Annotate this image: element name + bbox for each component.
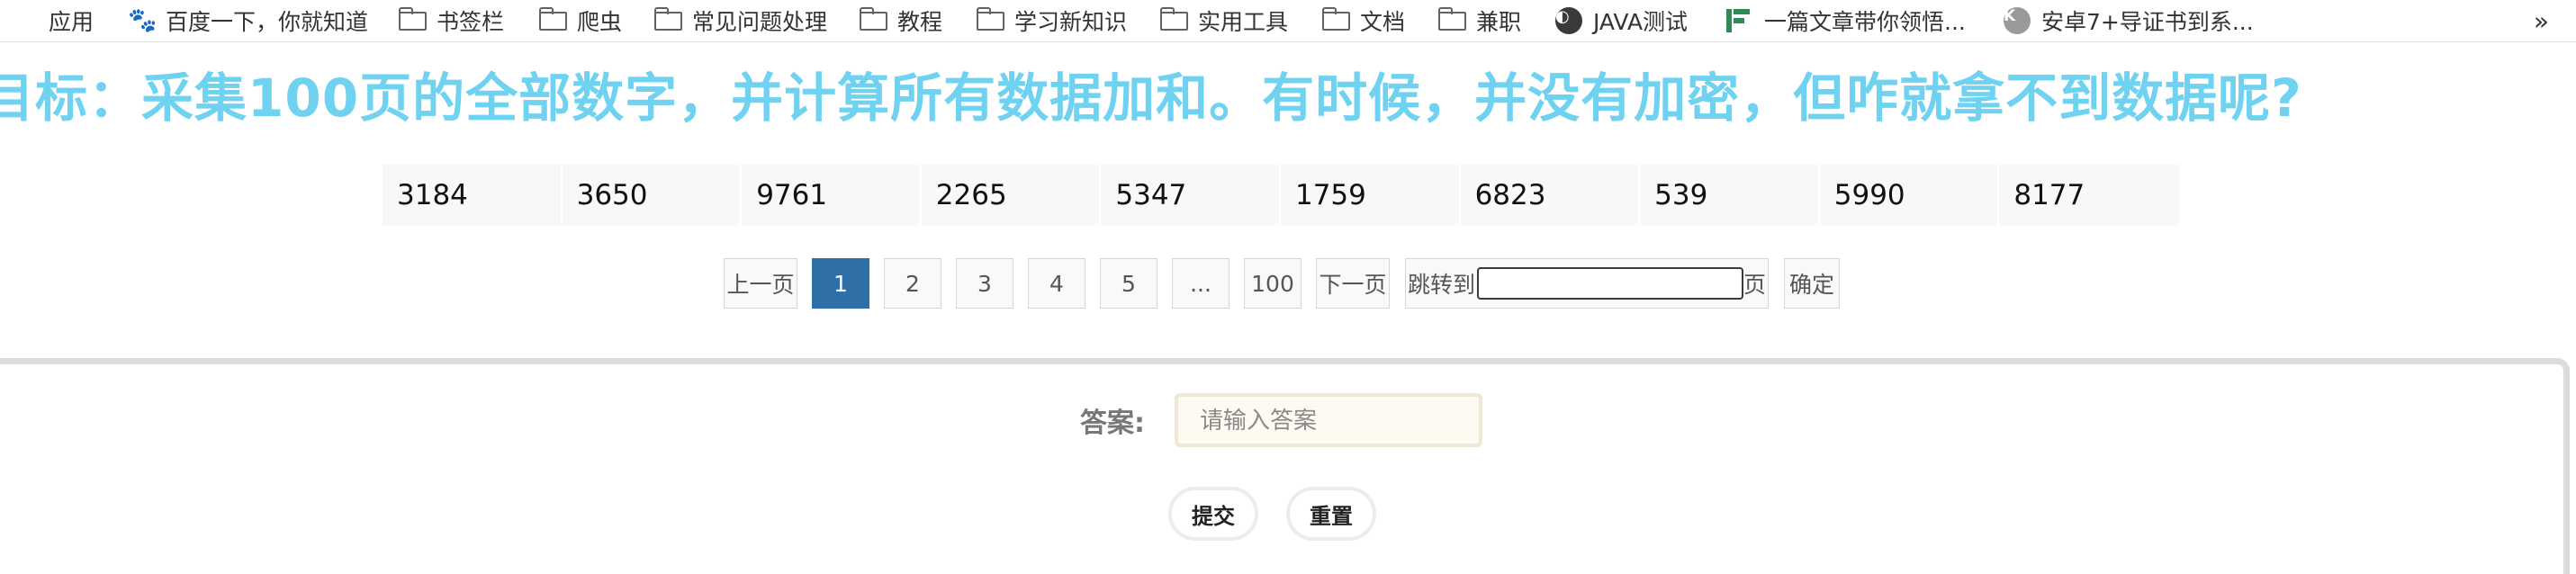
bookmark-label: JAVA测试	[1593, 9, 1689, 35]
bookmark-apps[interactable]: 应用	[11, 0, 94, 41]
jump-to-page: 跳转到 页	[1405, 258, 1769, 309]
next-page-button[interactable]: 下一页	[1316, 258, 1390, 309]
number-cell: 3650	[563, 165, 743, 226]
answer-panel	[0, 358, 2570, 574]
bookmark-label: 学习新知识	[1014, 9, 1128, 35]
folder-icon	[860, 7, 887, 34]
page-button-5[interactable]: 5	[1100, 258, 1157, 309]
bookmarks-more-button[interactable]: »	[2534, 0, 2549, 41]
folder-icon	[399, 7, 427, 34]
folder-icon	[654, 7, 682, 34]
number-cell: 8177	[2013, 179, 2085, 211]
number-cell: 5990	[1820, 165, 2000, 226]
confirm-jump-button[interactable]: 确定	[1784, 258, 1840, 309]
bookmark-folder-bookmarks[interactable]: 书签栏	[399, 0, 504, 41]
bookmark-label: 文档	[1360, 9, 1406, 35]
apps-grid-icon	[11, 7, 38, 34]
folder-icon	[1322, 7, 1350, 34]
k-circle-icon: K	[2004, 7, 2031, 34]
bookmark-android-cert[interactable]: K 安卓7+导证书到系...	[2004, 0, 2254, 41]
bookmark-folder-learn[interactable]: 学习新知识	[977, 0, 1127, 41]
bookmark-label: 应用	[49, 9, 95, 35]
page-title: 目标：采集100页的全部数字，并计算所有数据加和。有时候，并没有加密，但咋就拿不…	[0, 67, 2302, 129]
answer-input[interactable]	[1175, 393, 1482, 447]
number-cell: 9761	[742, 165, 922, 226]
answer-label: 答案:	[1080, 408, 1145, 439]
baidu-paw-icon: 🐾	[128, 7, 158, 34]
bookmark-folder-crawler[interactable]: 爬虫	[539, 0, 622, 41]
jump-page-input[interactable]	[1477, 267, 1744, 300]
number-cell: 3184	[383, 165, 563, 226]
reset-button[interactable]: 重置	[1286, 487, 1376, 541]
prev-page-button[interactable]: 上一页	[724, 258, 797, 309]
folder-icon	[977, 7, 1004, 34]
page-button-3[interactable]: 3	[956, 258, 1013, 309]
bookmark-label: 书签栏	[437, 9, 505, 35]
bars-icon	[1726, 7, 1753, 34]
bookmark-baidu[interactable]: 🐾 百度一下，你就知道	[128, 0, 368, 41]
bookmark-folder-tutorial[interactable]: 教程	[860, 0, 942, 41]
jump-label: 跳转到	[1408, 272, 1476, 298]
bookmark-java-test[interactable]: ◐ JAVA测试	[1555, 0, 1688, 41]
page-button-2[interactable]: 2	[884, 258, 941, 309]
bookmarks-bar: 应用 🐾 百度一下，你就知道 书签栏 爬虫 常见问题处理 教程 学习新知识 实用…	[0, 0, 2576, 42]
number-cell: 6823	[1461, 165, 1641, 226]
bookmark-label: 教程	[897, 9, 943, 35]
number-cell: 2265	[922, 165, 1102, 226]
folder-icon	[539, 7, 567, 34]
numbers-table: 3184 3650 9761 2265 5347 1759 6823 539 5…	[383, 165, 2179, 226]
bookmark-label: 常见问题处理	[692, 9, 828, 35]
number-cell: 5347	[1101, 165, 1281, 226]
globe-icon: ◐	[1555, 7, 1582, 34]
bookmark-label: 爬虫	[577, 9, 623, 35]
bookmark-article[interactable]: 一篇文章带你领悟...	[1726, 0, 1966, 41]
page-ellipsis: ...	[1172, 258, 1229, 309]
bookmark-folder-docs[interactable]: 文档	[1322, 0, 1405, 41]
page-button-4[interactable]: 4	[1028, 258, 1085, 309]
page-button-1[interactable]: 1	[812, 258, 869, 309]
number-cell: 1759	[1281, 165, 1461, 226]
folder-icon	[1438, 7, 1466, 34]
bookmark-folder-parttime[interactable]: 兼职	[1438, 0, 1521, 41]
bookmark-label: 安卓7+导证书到系...	[2041, 9, 2254, 35]
bookmark-label: 实用工具	[1198, 9, 1289, 35]
folder-icon	[1160, 7, 1188, 34]
page-button-100[interactable]: 100	[1244, 258, 1302, 309]
bookmark-label: 兼职	[1476, 9, 1522, 35]
bookmark-label: 百度一下，你就知道	[166, 9, 369, 35]
bookmark-folder-faq[interactable]: 常见问题处理	[654, 0, 827, 41]
bookmark-label: 一篇文章带你领悟...	[1764, 9, 1966, 35]
submit-button[interactable]: 提交	[1168, 487, 1258, 541]
number-cell: 539	[1640, 165, 1820, 226]
jump-suffix: 页	[1743, 272, 1767, 298]
bookmark-folder-tools[interactable]: 实用工具	[1160, 0, 1288, 41]
